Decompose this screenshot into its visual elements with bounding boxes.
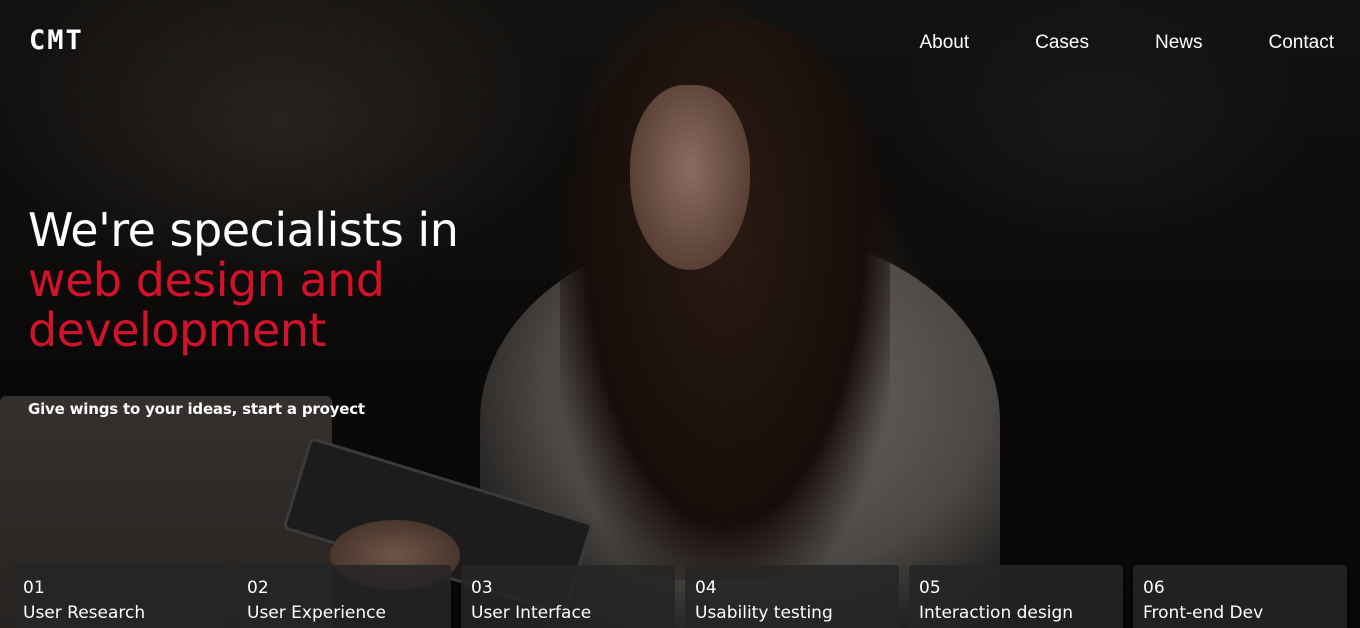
- nav-item-about[interactable]: About: [919, 31, 969, 55]
- service-number: 05: [919, 578, 941, 598]
- hero-section: CMT About Cases News Contact We're speci…: [0, 0, 1360, 628]
- background-person-hair-image: [560, 20, 890, 580]
- services-list: 01 User Research 02 User Experience 03 U…: [13, 565, 1347, 628]
- service-label: User Interface: [471, 603, 592, 623]
- service-label: Usability testing: [695, 603, 833, 623]
- service-number: 04: [695, 578, 717, 598]
- headline-line-2: web design and: [28, 253, 385, 307]
- hero-tagline: Give wings to your ideas, start a proyec…: [28, 400, 365, 418]
- service-card-user-experience[interactable]: 02 User Experience: [237, 565, 451, 628]
- service-number: 03: [471, 578, 493, 598]
- service-card-front-end-dev[interactable]: 06 Front-end Dev: [1133, 565, 1347, 628]
- service-card-user-interface[interactable]: 03 User Interface: [461, 565, 675, 628]
- service-label: Interaction design: [919, 603, 1074, 623]
- headline-line-3: development: [28, 303, 326, 357]
- nav-item-cases[interactable]: Cases: [1035, 31, 1089, 55]
- service-number: 06: [1143, 578, 1165, 598]
- nav-item-news[interactable]: News: [1155, 31, 1203, 55]
- service-label: User Experience: [247, 603, 386, 623]
- service-label: User Research: [23, 603, 146, 623]
- service-card-user-research[interactable]: 01 User Research: [13, 565, 227, 628]
- service-card-usability-testing[interactable]: 04 Usability testing: [685, 565, 899, 628]
- main-nav: About Cases News Contact: [853, 31, 1334, 55]
- headline-line-1: We're specialists in: [28, 203, 459, 257]
- background-person-face-image: [630, 85, 750, 270]
- service-number: 02: [247, 578, 269, 598]
- service-card-interaction-design[interactable]: 05 Interaction design: [909, 565, 1123, 628]
- hero-headline: We're specialists in web design and deve…: [28, 203, 459, 357]
- nav-item-contact[interactable]: Contact: [1269, 31, 1334, 55]
- service-label: Front-end Dev: [1143, 603, 1264, 623]
- site-logo[interactable]: CMT: [29, 27, 84, 54]
- service-number: 01: [23, 578, 45, 598]
